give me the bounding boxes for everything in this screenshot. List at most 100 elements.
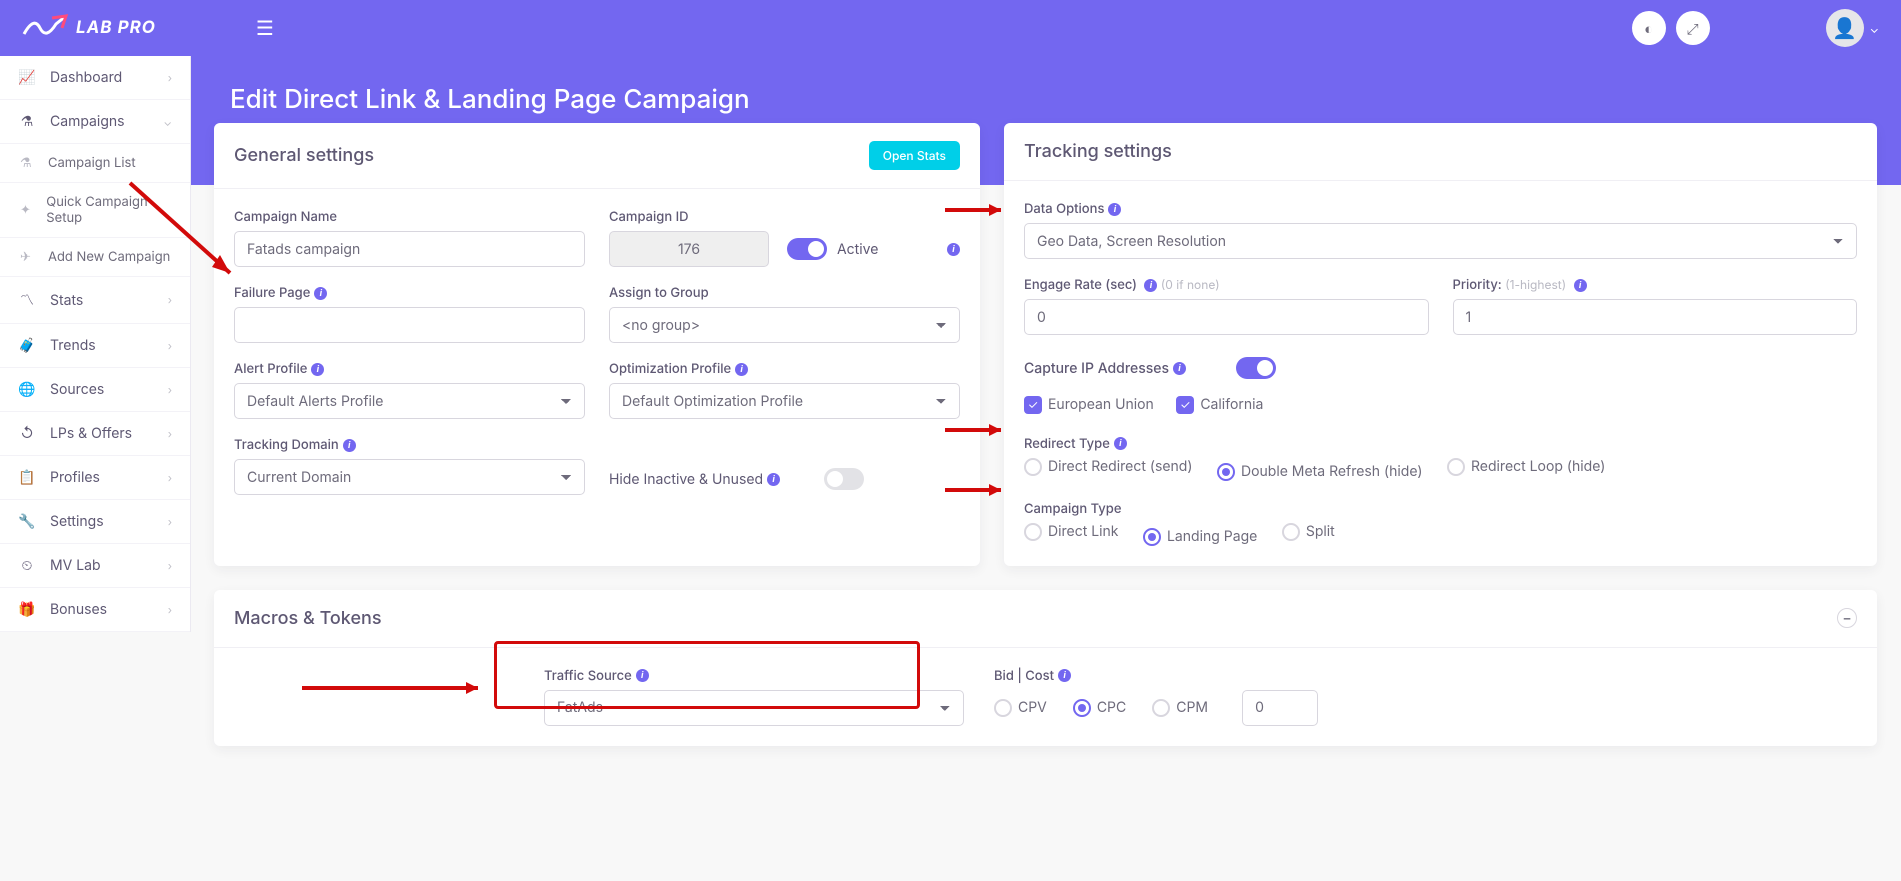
info-icon[interactable]: i bbox=[1108, 203, 1121, 216]
bid-cpc-radio[interactable]: CPC bbox=[1073, 699, 1126, 717]
failure-page-label: Failure Pagei bbox=[234, 285, 585, 301]
sidebar-sub-campaign-list[interactable]: ⚗ Campaign List bbox=[0, 144, 190, 183]
eu-checkbox[interactable]: ✓European Union bbox=[1024, 396, 1154, 414]
sidebar-item-label: Bonuses bbox=[50, 601, 107, 618]
campaign-id-input bbox=[609, 231, 769, 267]
bid-cpv-radio[interactable]: CPV bbox=[994, 699, 1047, 717]
info-icon[interactable]: i bbox=[1173, 362, 1186, 375]
collapse-button[interactable]: − bbox=[1837, 608, 1857, 628]
campaign-type-direct-radio[interactable]: Direct Link bbox=[1024, 523, 1118, 541]
engage-rate-input[interactable] bbox=[1024, 299, 1429, 335]
campaign-name-input[interactable] bbox=[234, 231, 585, 267]
chevron-down-icon: ⌄ bbox=[1870, 21, 1879, 36]
sidebar-item-label: Dashboard bbox=[50, 69, 122, 86]
info-icon[interactable]: i bbox=[735, 363, 748, 376]
sidebar-sub-quick-setup[interactable]: ✦ Quick Campaign Setup bbox=[0, 183, 190, 238]
general-settings-card: General settings Open Stats Campaign Nam… bbox=[214, 123, 980, 566]
sidebar-item-mv-lab[interactable]: ⏲ MV Lab › bbox=[0, 544, 190, 588]
sidebar-item-campaigns[interactable]: ⚗ Campaigns ⌄ bbox=[0, 100, 190, 144]
data-options-select[interactable]: Geo Data, Screen Resolution bbox=[1024, 223, 1857, 259]
moon-icon: ◐ bbox=[1644, 19, 1653, 38]
chevron-right-icon: › bbox=[168, 603, 172, 617]
theme-toggle-button[interactable]: ◐ bbox=[1632, 11, 1666, 45]
fullscreen-button[interactable]: ⤢ bbox=[1676, 11, 1710, 45]
zigzag-icon: 〽 bbox=[18, 290, 36, 310]
info-icon[interactable]: i bbox=[314, 287, 327, 300]
priority-input[interactable] bbox=[1453, 299, 1858, 335]
sidebar-item-label: MV Lab bbox=[50, 557, 101, 574]
sparkle-icon: ✦ bbox=[20, 202, 34, 218]
alert-profile-select[interactable]: Default Alerts Profile bbox=[234, 383, 585, 419]
priority-label: Priority: (1-highest) i bbox=[1453, 277, 1858, 293]
card-title: General settings bbox=[234, 145, 374, 166]
card-title: Tracking settings bbox=[1024, 141, 1172, 162]
data-options-label: Data Optionsi bbox=[1024, 201, 1857, 217]
california-checkbox[interactable]: ✓California bbox=[1176, 396, 1263, 414]
sidebar-item-label: Add New Campaign bbox=[48, 249, 170, 265]
bid-value-input[interactable] bbox=[1242, 690, 1318, 726]
sidebar-item-label: Stats bbox=[50, 292, 83, 309]
capture-ip-toggle[interactable] bbox=[1236, 357, 1276, 379]
campaign-type-landing-radio[interactable]: Landing Page bbox=[1143, 528, 1257, 546]
tracking-domain-select[interactable]: Current Domain bbox=[234, 459, 585, 495]
opt-profile-select[interactable]: Default Optimization Profile bbox=[609, 383, 960, 419]
sidebar-item-label: Campaign List bbox=[48, 155, 136, 171]
opt-profile-label: Optimization Profilei bbox=[609, 361, 960, 377]
chevron-right-icon: › bbox=[168, 339, 172, 353]
redirect-direct-radio[interactable]: Direct Redirect (send) bbox=[1024, 458, 1192, 476]
campaign-type-split-radio[interactable]: Split bbox=[1282, 523, 1335, 541]
flask-icon: ⚗ bbox=[20, 155, 36, 171]
traffic-source-select[interactable]: FatAds bbox=[544, 690, 964, 726]
logo-mark-icon bbox=[22, 14, 70, 42]
campaign-id-label: Campaign ID bbox=[609, 209, 769, 225]
chevron-right-icon: › bbox=[168, 427, 172, 441]
info-icon[interactable]: i bbox=[636, 669, 649, 682]
redirect-double-meta-radio[interactable]: Double Meta Refresh (hide) bbox=[1217, 463, 1423, 481]
sidebar-item-dashboard[interactable]: 📈 Dashboard › bbox=[0, 56, 190, 100]
info-icon[interactable]: i bbox=[1058, 669, 1071, 682]
campaign-type-label: Campaign Type bbox=[1024, 501, 1857, 517]
assign-group-label: Assign to Group bbox=[609, 285, 960, 301]
gift-icon: 🎁 bbox=[18, 601, 36, 618]
chevron-right-icon: › bbox=[168, 293, 172, 307]
redirect-loop-radio[interactable]: Redirect Loop (hide) bbox=[1447, 458, 1605, 476]
assign-group-select[interactable]: <no group> bbox=[609, 307, 960, 343]
brand-logo[interactable]: LAB PRO bbox=[22, 14, 156, 42]
engage-rate-label: Engage Rate (sec) i (0 if none) bbox=[1024, 277, 1429, 293]
chevron-right-icon: › bbox=[168, 515, 172, 529]
sidebar-item-stats[interactable]: 〽 Stats › bbox=[0, 277, 190, 324]
bid-cpm-radio[interactable]: CPM bbox=[1152, 699, 1208, 717]
hide-inactive-toggle[interactable] bbox=[824, 468, 864, 490]
sidebar-item-label: Quick Campaign Setup bbox=[46, 194, 172, 226]
sidebar: 📈 Dashboard › ⚗ Campaigns ⌄ ⚗ Campaign L… bbox=[0, 56, 190, 632]
tracking-domain-label: Tracking Domaini bbox=[234, 437, 585, 453]
sidebar-item-lps-offers[interactable]: ↺ LPs & Offers › bbox=[0, 412, 190, 456]
sidebar-sub-add-campaign[interactable]: ✈ Add New Campaign bbox=[0, 238, 190, 277]
open-stats-button[interactable]: Open Stats bbox=[869, 141, 960, 170]
failure-page-input[interactable] bbox=[234, 307, 585, 343]
sidebar-item-sources[interactable]: 🌐 Sources › bbox=[0, 368, 190, 412]
card-title: Macros & Tokens bbox=[234, 608, 382, 629]
alert-profile-label: Alert Profilei bbox=[234, 361, 585, 377]
info-icon[interactable]: i bbox=[947, 243, 960, 256]
info-icon[interactable]: i bbox=[767, 473, 780, 486]
hamburger-icon[interactable]: ☰ bbox=[256, 16, 274, 40]
info-icon[interactable]: i bbox=[1574, 279, 1587, 292]
user-menu[interactable]: 👤 ⌄ bbox=[1820, 9, 1879, 47]
flask-icon: ⚗ bbox=[18, 113, 36, 130]
sidebar-item-settings[interactable]: 🔧 Settings › bbox=[0, 500, 190, 544]
info-icon[interactable]: i bbox=[343, 439, 356, 452]
sidebar-item-label: Trends bbox=[50, 337, 96, 354]
chevron-right-icon: › bbox=[168, 383, 172, 397]
paper-plane-icon: ✈ bbox=[20, 249, 36, 265]
info-icon[interactable]: i bbox=[1144, 279, 1157, 292]
active-toggle[interactable] bbox=[787, 238, 827, 260]
sidebar-item-trends[interactable]: 🧳 Trends › bbox=[0, 324, 190, 368]
sidebar-item-profiles[interactable]: 📋 Profiles › bbox=[0, 456, 190, 500]
campaign-name-label: Campaign Name bbox=[234, 209, 585, 225]
capture-ip-label: Capture IP Addressesi bbox=[1024, 360, 1186, 377]
sidebar-item-bonuses[interactable]: 🎁 Bonuses › bbox=[0, 588, 190, 632]
info-icon[interactable]: i bbox=[311, 363, 324, 376]
info-icon[interactable]: i bbox=[1114, 437, 1127, 450]
active-label: Active bbox=[837, 241, 878, 258]
